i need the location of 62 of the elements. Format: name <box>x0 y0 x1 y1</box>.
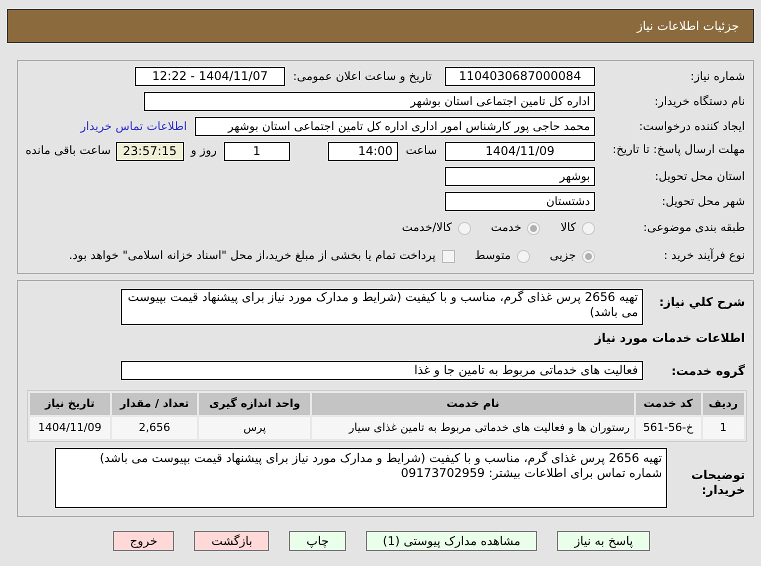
text-field[interactable]: 14:00 <box>328 142 398 161</box>
text-field[interactable]: بوشهر <box>445 167 595 186</box>
page-title: جزئیات اطلاعات نیاز <box>636 18 739 35</box>
table-cell: خ-56-561 <box>636 417 701 439</box>
action-button[interactable]: مشاهده مدارک پیوستی (1) <box>366 531 538 551</box>
field-label: شماره نیاز: <box>689 68 745 85</box>
action-button[interactable]: خروج <box>112 531 174 551</box>
radio-label: کالا <box>560 219 576 236</box>
radio-button[interactable] <box>458 222 471 234</box>
notes-line: تهیه 2656 پرس غذای گرم، مناسب و با کیفیت (شرایط و مدارک مورد نیاز برای پیشنهاد قیمت بپیوست می باشد) <box>98 451 662 466</box>
field-label: شهر محل تحویل: <box>660 192 745 210</box>
field-label: مهلت ارسال پاسخ: تا تاریخ: <box>611 142 745 157</box>
service-group-label: گروه خدمت: <box>670 362 745 380</box>
table-cell: 1404/11/09 <box>30 417 110 439</box>
text-field[interactable]: اداره کل تامین اجتماعی استان بوشهر <box>144 92 595 111</box>
radio-button[interactable] <box>527 222 540 234</box>
column-header: تاریخ نیاز <box>30 393 110 415</box>
radio-label: جزیی <box>550 247 576 264</box>
notes-line: شماره تماس برای اطلاعات بیشتر: 09173702959 <box>400 466 662 481</box>
radio-button[interactable] <box>582 250 595 262</box>
section-title: اطلاعات خدمات مورد نیاز <box>593 330 745 347</box>
text-field[interactable]: 1404/11/07 - 12:22 <box>135 67 285 86</box>
radio-button[interactable] <box>582 222 595 234</box>
treasury-checkbox[interactable] <box>442 250 455 262</box>
action-button[interactable]: پاسخ به نیاز <box>557 531 650 551</box>
column-header: نام خدمت <box>312 393 634 415</box>
text-field[interactable]: 1 <box>224 142 290 161</box>
field-label: نوع فرآیند خرید : <box>662 247 745 264</box>
remaining-label: ساعت باقی مانده <box>26 142 111 159</box>
text-field[interactable]: فعالیت های خدماتی مربوط به تامین جا و غذا <box>121 361 643 380</box>
field-label: ایجاد کننده درخواست: <box>638 118 745 135</box>
action-button[interactable]: بازگشت <box>194 531 270 551</box>
days-label: روز و <box>190 142 217 159</box>
column-header: تعداد / مقدار <box>112 393 198 415</box>
buyer-notes-box[interactable]: تهیه 2656 پرس غذای گرم، مناسب و با کیفیت (شرایط و مدارک مورد نیاز برای پیشنهاد قیمت بپیوست می باشد) شماره تماس برای اطلاعات بیشتر: 09173702959 <box>55 448 667 508</box>
field-label: استان محل تحویل: <box>654 168 745 185</box>
table-cell: 1 <box>702 417 744 439</box>
time-label: ساعت <box>406 142 437 159</box>
description-box[interactable]: تهیه 2656 پرس غذای گرم، مناسب و با کیفیت (شرایط و مدارک مورد نیاز برای پیشنهاد قیمت بپیوست می باشد) <box>121 289 643 325</box>
radio-label: خدمت <box>490 219 522 236</box>
countdown-field: 23:57:15 <box>116 142 184 161</box>
text-field[interactable]: 1404/11/09 <box>445 142 595 161</box>
radio-label: کالا/خدمت <box>402 219 452 236</box>
field-label: نام دستگاه خریدار: <box>653 92 745 110</box>
buyer-notes-label: توضیحات خریدار: <box>690 467 745 498</box>
field-label: تاریخ و ساعت اعلان عمومی: <box>292 68 433 85</box>
description-label: شرح کلي نیاز: <box>658 294 745 311</box>
text-field[interactable]: محمد حاجی پور کارشناس امور اداری اداره کل تامین اجتماعی استان بوشهر <box>195 117 595 136</box>
table-cell: 2,656 <box>112 417 198 439</box>
action-button[interactable]: چاپ <box>289 531 346 551</box>
column-header: کد خدمت <box>636 393 701 415</box>
text-field[interactable]: دشتستان <box>445 192 595 211</box>
text-field[interactable]: 1104030687000084 <box>445 67 595 86</box>
column-header: ردیف <box>702 393 744 415</box>
radio-button[interactable] <box>516 250 530 262</box>
table-cell: پرس <box>199 417 310 439</box>
column-header: واحد اندازه گیری <box>199 393 310 415</box>
radio-label: متوسط <box>474 247 511 264</box>
buyer-contact-link[interactable]: اطلاعات تماس خریدار <box>80 118 187 136</box>
treasury-text: پرداخت تمام یا بخشی از مبلغ خرید،از محل "اسناد خزانه اسلامی" خواهد بود. <box>68 247 436 264</box>
table-cell: رستوران ها و فعالیت های خدماتی مربوط به تامین غذای سیار <box>312 417 634 439</box>
field-label: طبقه بندی موضوعی: <box>642 219 745 236</box>
